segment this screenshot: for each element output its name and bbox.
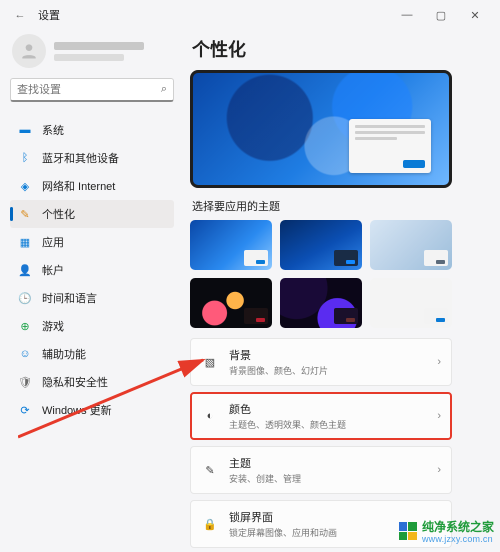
sidebar-item-apps[interactable]: ▦ 应用: [10, 228, 174, 256]
section-colors[interactable]: ◐ 颜色主题色、透明效果、颜色主题 ›: [190, 392, 452, 440]
sidebar-item-label: 网络和 Internet: [42, 178, 115, 194]
window-title: 设置: [38, 7, 60, 23]
user-email-redacted: [54, 54, 124, 61]
sidebar-item-label: 应用: [42, 234, 64, 250]
section-desc: 主题色、透明效果、颜色主题: [229, 418, 427, 431]
sidebar-item-system[interactable]: ▬ 系统: [10, 116, 174, 144]
minimize-icon[interactable]: —: [390, 3, 424, 27]
chevron-right-icon: ›: [437, 356, 441, 368]
sidebar-item-label: 辅助功能: [42, 346, 86, 362]
time-icon: 🕒: [18, 291, 32, 305]
section-title: 主题: [229, 455, 427, 471]
sidebar-item-label: 个性化: [42, 206, 75, 222]
theme-option[interactable]: [190, 220, 272, 270]
chevron-right-icon: ›: [437, 410, 441, 422]
sidebar: ⌕ ▬ 系统 ᛒ 蓝牙和其他设备 ◈ 网络和 Internet ✎ 个性化 ▦ 应用 👤 帐户 🕒 时间和…: [0, 30, 184, 552]
gaming-icon: ⊕: [18, 319, 32, 333]
content-area: 个性化 选择要应用的主题 ▧ 背景背景图像、颜色、幻灯片 › ◐ 颜色主题色、透明效果、…: [184, 30, 500, 552]
sidebar-item-bluetooth[interactable]: ᛒ 蓝牙和其他设备: [10, 144, 174, 172]
search-icon: ⌕: [161, 83, 167, 96]
watermark-logo-icon: [399, 522, 417, 540]
wifi-icon: ◈: [18, 179, 32, 193]
sidebar-item-label: 帐户: [42, 262, 64, 278]
privacy-icon: 🛡: [18, 375, 32, 389]
sidebar-item-wifi[interactable]: ◈ 网络和 Internet: [10, 172, 174, 200]
watermark-url: www.jzxy.com.cn: [422, 534, 494, 544]
theme-option[interactable]: [370, 278, 452, 328]
section-desc: 背景图像、颜色、幻灯片: [229, 364, 427, 377]
themes-icon: ✎: [201, 461, 219, 479]
search-box[interactable]: ⌕: [10, 78, 174, 102]
sidebar-item-update[interactable]: ⟳ Windows 更新: [10, 396, 174, 424]
theme-option[interactable]: [370, 220, 452, 270]
sidebar-item-label: 系统: [42, 122, 64, 138]
sidebar-item-label: 游戏: [42, 318, 64, 334]
watermark-brand: 纯净系统之家: [422, 520, 494, 534]
personalize-icon: ✎: [18, 207, 32, 221]
section-title: 锁屏界面: [229, 509, 427, 525]
bluetooth-icon: ᛒ: [18, 151, 32, 165]
section-desc: 锁定屏幕图像、应用和动画: [229, 526, 427, 539]
accessibility-icon: ☺: [18, 347, 32, 361]
lockscreen-icon: 🔒: [201, 515, 219, 533]
theme-option[interactable]: [280, 278, 362, 328]
section-themes[interactable]: ✎ 主题安装、创建、管理 ›: [190, 446, 452, 494]
theme-grid: [190, 220, 452, 328]
sidebar-item-label: 蓝牙和其他设备: [42, 150, 119, 166]
sidebar-item-time[interactable]: 🕒 时间和语言: [10, 284, 174, 312]
background-icon: ▧: [201, 353, 219, 371]
system-icon: ▬: [18, 123, 32, 137]
maximize-icon[interactable]: ▢: [424, 3, 458, 27]
section-title: 颜色: [229, 401, 427, 417]
avatar: [12, 34, 46, 68]
sidebar-item-gaming[interactable]: ⊕ 游戏: [10, 312, 174, 340]
apps-icon: ▦: [18, 235, 32, 249]
sidebar-item-privacy[interactable]: 🛡 隐私和安全性: [10, 368, 174, 396]
section-desc: 安装、创建、管理: [229, 472, 427, 485]
colors-icon: ◐: [201, 407, 219, 425]
close-icon[interactable]: ✕: [458, 3, 492, 27]
section-title: 背景: [229, 347, 427, 363]
search-input[interactable]: [17, 84, 161, 96]
sidebar-item-personalize[interactable]: ✎ 个性化: [10, 200, 174, 228]
watermark: 纯净系统之家 www.jzxy.com.cn: [399, 518, 494, 544]
theme-option[interactable]: [190, 278, 272, 328]
update-icon: ⟳: [18, 403, 32, 417]
section-background[interactable]: ▧ 背景背景图像、颜色、幻灯片 ›: [190, 338, 452, 386]
user-block[interactable]: [10, 30, 174, 78]
theme-option[interactable]: [280, 220, 362, 270]
back-icon[interactable]: ←: [8, 9, 32, 21]
chevron-right-icon: ›: [437, 464, 441, 476]
theme-section-label: 选择要应用的主题: [192, 198, 488, 214]
sidebar-item-accessibility[interactable]: ☺ 辅助功能: [10, 340, 174, 368]
user-name-redacted: [54, 42, 144, 50]
desktop-preview: [190, 70, 452, 188]
sidebar-item-label: Windows 更新: [42, 402, 112, 418]
sidebar-item-label: 隐私和安全性: [42, 374, 108, 390]
account-icon: 👤: [18, 263, 32, 277]
page-title: 个性化: [192, 36, 488, 62]
sidebar-item-account[interactable]: 👤 帐户: [10, 256, 174, 284]
sidebar-item-label: 时间和语言: [42, 290, 97, 306]
